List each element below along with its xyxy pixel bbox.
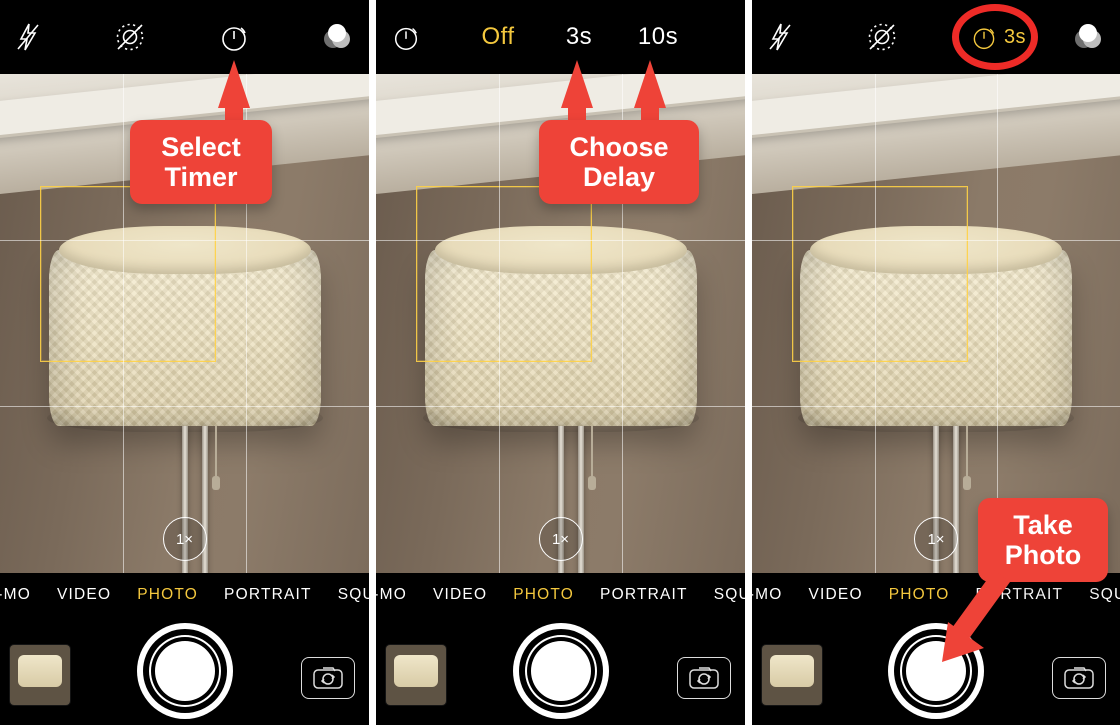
timer-icon [218, 21, 250, 53]
grid-line [376, 240, 745, 241]
camera-modes[interactable]: SLO-MO VIDEO PHOTO PORTRAIT SQUARE [0, 573, 369, 617]
timer-option-label: Off [481, 23, 514, 51]
grid-line [752, 240, 1120, 241]
scene-pull-chain [966, 426, 968, 482]
zoom-label: 1× [927, 531, 944, 548]
filters-icon [320, 23, 354, 51]
annotation-line: Timer [148, 162, 254, 192]
filters-button[interactable] [1066, 0, 1110, 74]
camera-switch-button[interactable] [301, 657, 355, 699]
flash-button[interactable] [760, 0, 800, 74]
mode-photo[interactable]: PHOTO [889, 586, 950, 604]
annotation-line: Choose [557, 132, 681, 162]
filters-button[interactable] [315, 0, 359, 74]
camera-switch-icon [311, 665, 345, 691]
annotation-arrow [218, 60, 250, 108]
timer-option-label: 3s [566, 23, 592, 51]
mode-square[interactable]: SQUARE [1089, 586, 1120, 604]
mode-slo-mo[interactable]: SLO-MO [0, 586, 31, 604]
camera-switch-icon [687, 665, 721, 691]
filters-icon [1071, 23, 1105, 51]
mode-portrait[interactable]: PORTRAIT [600, 586, 688, 604]
flash-button[interactable] [8, 0, 48, 74]
focus-indicator [792, 186, 968, 362]
grid-line [875, 74, 876, 573]
live-photo-button[interactable] [860, 0, 904, 74]
zoom-toggle[interactable]: 1× [163, 517, 207, 561]
camera-bottom-bar [376, 617, 745, 725]
grid-line [752, 406, 1120, 407]
camera-switch-button[interactable] [677, 657, 731, 699]
mode-video[interactable]: VIDEO [433, 586, 487, 604]
timer-option-off[interactable]: Off [468, 0, 528, 74]
camera-bottom-bar [0, 617, 369, 725]
zoom-label: 1× [552, 531, 569, 548]
last-photo-thumbnail[interactable] [386, 645, 446, 705]
zoom-toggle[interactable]: 1× [914, 517, 958, 561]
annotation-line: Delay [557, 162, 681, 192]
scene-pull-chain [215, 426, 217, 482]
mode-portrait[interactable]: PORTRAIT [224, 586, 312, 604]
camera-switch-button[interactable] [1052, 657, 1106, 699]
scene-pull-chain [591, 426, 593, 482]
shutter-button[interactable] [143, 629, 227, 713]
annotation-highlight-ring [952, 4, 1038, 70]
mode-video[interactable]: VIDEO [57, 586, 111, 604]
mode-photo[interactable]: PHOTO [137, 586, 198, 604]
mode-photo[interactable]: PHOTO [513, 586, 574, 604]
mode-square[interactable]: SQUARE [714, 586, 745, 604]
annotation-select-timer: Select Timer [130, 120, 272, 204]
grid-line [0, 240, 369, 241]
flash-off-icon [15, 22, 41, 52]
annotation-arrow [942, 576, 1012, 666]
mode-slo-mo[interactable]: SLO-MO [376, 586, 407, 604]
live-photo-off-icon [865, 20, 899, 54]
mode-video[interactable]: VIDEO [808, 586, 862, 604]
last-photo-thumbnail[interactable] [762, 645, 822, 705]
phone-screen-2: Off 3s 10s 1× SLO-MO VIDEO PHOTO PORTRAI… [376, 0, 745, 725]
mode-slo-mo[interactable]: SLO-MO [752, 586, 782, 604]
live-photo-off-icon [113, 20, 147, 54]
annotation-choose-delay: Choose Delay [539, 120, 699, 204]
timer-option-label: 10s [638, 23, 678, 51]
annotation-arrow [561, 60, 593, 108]
live-photo-button[interactable] [108, 0, 152, 74]
grid-line [376, 406, 745, 407]
zoom-label: 1× [176, 531, 193, 548]
focus-indicator [416, 186, 592, 362]
timer-button[interactable] [386, 0, 426, 74]
annotation-arrow [634, 60, 666, 108]
focus-indicator [40, 186, 216, 362]
annotation-take-photo: Take Photo [978, 498, 1108, 582]
phone-screen-1: 1× SLO-MO VIDEO PHOTO PORTRAIT SQUARE Se… [0, 0, 369, 725]
grid-line [499, 74, 500, 573]
flash-off-icon [767, 22, 793, 52]
camera-top-bar: 3s [752, 0, 1120, 74]
camera-top-bar [0, 0, 369, 74]
shutter-button[interactable] [519, 629, 603, 713]
zoom-toggle[interactable]: 1× [539, 517, 583, 561]
camera-bottom-bar [752, 617, 1120, 725]
last-photo-thumbnail[interactable] [10, 645, 70, 705]
camera-modes[interactable]: SLO-MO VIDEO PHOTO PORTRAIT SQUARE [376, 573, 745, 617]
camera-switch-icon [1062, 665, 1096, 691]
annotation-line: Photo [996, 540, 1090, 570]
grid-line [123, 74, 124, 573]
annotation-line: Select [148, 132, 254, 162]
grid-line [0, 406, 369, 407]
mode-square[interactable]: SQUARE [338, 586, 369, 604]
timer-icon [391, 22, 421, 52]
annotation-line: Take [996, 510, 1090, 540]
phone-screen-3: 3s 1× SLO-MO VIDEO PHOTO PORTRAIT SQUARE [752, 0, 1120, 725]
